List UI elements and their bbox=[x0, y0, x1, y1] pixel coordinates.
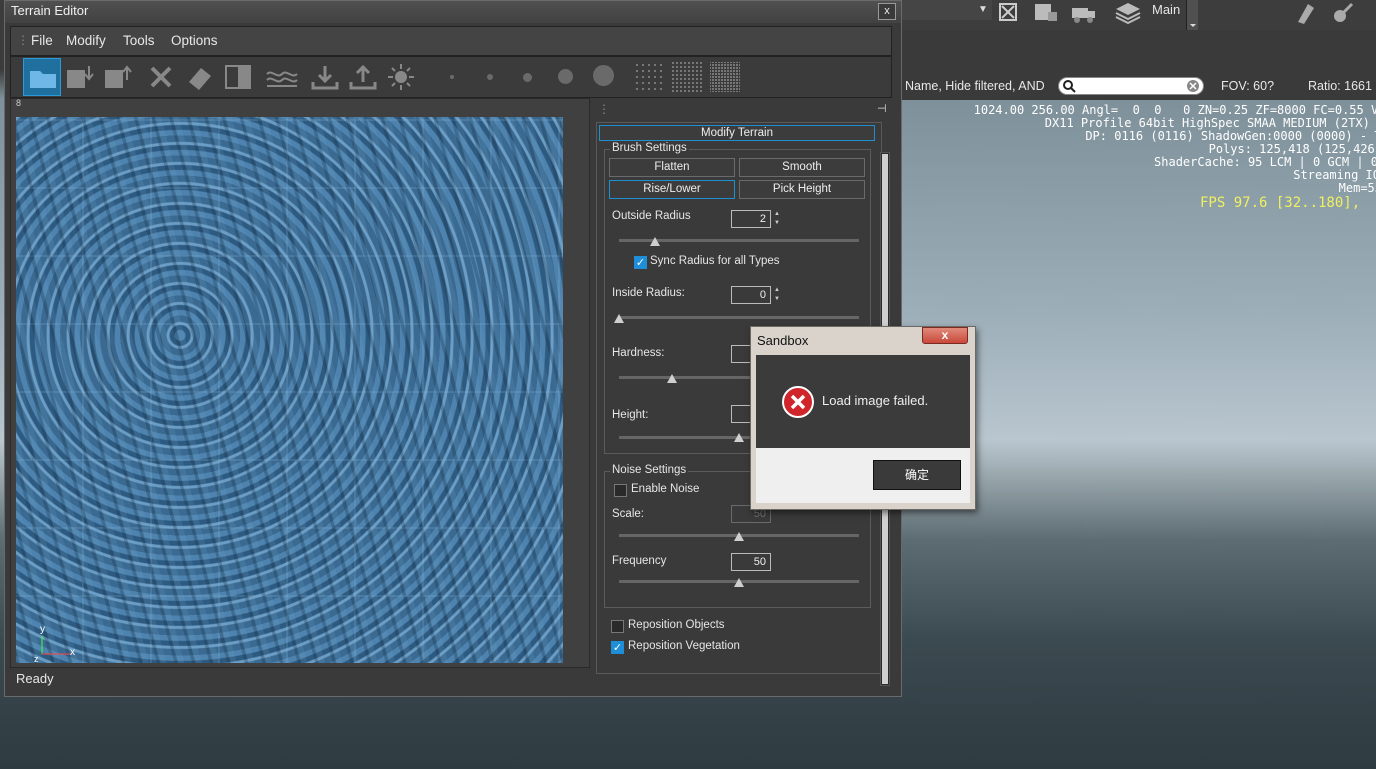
inside-radius-thumb[interactable] bbox=[614, 314, 624, 323]
inside-radius-input[interactable]: 0 bbox=[731, 286, 771, 304]
water-level-icon[interactable] bbox=[263, 58, 301, 96]
enable-noise-checkbox[interactable] bbox=[614, 484, 627, 497]
hardness-thumb[interactable] bbox=[666, 374, 677, 383]
inside-radius-spinner-icon[interactable]: ▲ ▼ bbox=[773, 286, 781, 304]
main-label[interactable]: Main bbox=[1152, 2, 1180, 17]
terrain-editor-titlebar[interactable] bbox=[5, 1, 901, 23]
import-icon[interactable] bbox=[61, 58, 99, 96]
frequency-input[interactable]: 50 bbox=[731, 553, 771, 571]
rise-lower-button[interactable]: Rise/Lower bbox=[609, 180, 735, 199]
sync-radius-checkbox[interactable]: ✓ bbox=[634, 256, 647, 269]
menu-options[interactable]: Options bbox=[171, 33, 218, 48]
viewport-toolbar bbox=[900, 30, 1376, 72]
dialog-title: Sandbox bbox=[757, 333, 809, 348]
inside-radius-label: Inside Radius: bbox=[612, 287, 685, 299]
eraser-icon[interactable] bbox=[181, 58, 219, 96]
export-icon[interactable] bbox=[99, 58, 137, 96]
debug-line: Mem=55 bbox=[1338, 181, 1376, 195]
outside-radius-thumb[interactable] bbox=[650, 237, 660, 246]
open-folder-icon[interactable] bbox=[23, 58, 61, 96]
corner-mark: 8 bbox=[16, 98, 22, 108]
axis-y-label: y bbox=[40, 624, 45, 635]
panel-grip-icon: ⋮ bbox=[598, 102, 610, 116]
frequency-thumb[interactable] bbox=[734, 578, 744, 587]
brush-settings-title: Brush Settings bbox=[610, 142, 689, 154]
ratio-readout: Ratio: 1661 bbox=[1308, 79, 1372, 93]
clear-search-icon[interactable] bbox=[1186, 79, 1200, 93]
axis-x-label: x bbox=[70, 647, 75, 658]
reposition-vegetation-checkbox[interactable]: ✓ bbox=[611, 641, 624, 654]
brush-size-3-icon[interactable] bbox=[523, 73, 532, 82]
upload-icon[interactable] bbox=[344, 58, 382, 96]
frequency-label: Frequency bbox=[612, 555, 667, 567]
hardness-label: Hardness: bbox=[612, 347, 665, 359]
grid-large-icon[interactable] bbox=[706, 58, 744, 96]
height-thumb[interactable] bbox=[734, 433, 744, 442]
debug-line: Streaming IO bbox=[1293, 168, 1376, 182]
reposition-objects-label: Reposition Objects bbox=[628, 619, 725, 631]
modify-terrain-header[interactable]: Modify Terrain bbox=[599, 125, 875, 141]
outside-radius-label: Outside Radius bbox=[612, 210, 691, 222]
flatten-button[interactable]: Flatten bbox=[609, 158, 735, 177]
download-icon[interactable] bbox=[306, 58, 344, 96]
select-tool-icon[interactable] bbox=[996, 0, 1024, 26]
outside-radius-input[interactable]: 2 bbox=[731, 210, 771, 228]
split-view-icon[interactable] bbox=[219, 58, 257, 96]
fov-readout: FOV: 60? bbox=[1221, 79, 1275, 93]
grid-small-icon[interactable] bbox=[630, 58, 668, 96]
error-icon bbox=[781, 385, 815, 419]
truck-icon[interactable] bbox=[1070, 0, 1098, 26]
dialog-close-button[interactable]: x bbox=[922, 327, 968, 344]
dialog-message: Load image failed. bbox=[822, 393, 929, 408]
enable-noise-label: Enable Noise bbox=[631, 483, 700, 495]
menu-tools[interactable]: Tools bbox=[123, 33, 155, 48]
scale-label: Scale: bbox=[612, 508, 644, 520]
close-button[interactable]: x bbox=[878, 3, 896, 20]
reposition-objects-checkbox[interactable] bbox=[611, 620, 624, 633]
combo-arrow-icon[interactable]: ▼ bbox=[978, 4, 988, 15]
sun-icon[interactable] bbox=[382, 58, 420, 96]
ok-button[interactable]: 确定 bbox=[873, 460, 961, 490]
pin-icon[interactable]: ⊣ bbox=[877, 102, 887, 115]
brush-size-2-icon[interactable] bbox=[487, 74, 493, 80]
save-level-icon[interactable] bbox=[1032, 0, 1060, 26]
axis-z-label: z bbox=[34, 654, 39, 664]
brush-size-1-icon[interactable] bbox=[450, 75, 454, 79]
inside-radius-slider[interactable] bbox=[619, 316, 859, 319]
menu-modify[interactable]: Modify bbox=[66, 33, 106, 48]
layers-icon[interactable] bbox=[1114, 0, 1142, 26]
menu-file[interactable]: File bbox=[31, 33, 53, 48]
outside-radius-spinner-icon[interactable]: ▲ ▼ bbox=[773, 210, 781, 228]
filter-label: Name, Hide filtered, AND bbox=[905, 79, 1045, 93]
main-dropdown-icon[interactable] bbox=[1186, 0, 1198, 30]
noise-settings-title: Noise Settings bbox=[610, 464, 689, 476]
brush-size-4-icon[interactable] bbox=[558, 69, 573, 84]
paint-brush-icon[interactable] bbox=[1292, 0, 1320, 26]
fps-readout: FPS 97.6 [32..180], bbox=[1200, 195, 1361, 211]
status-bar bbox=[10, 668, 592, 688]
window-title: Terrain Editor bbox=[11, 3, 89, 18]
height-label: Height: bbox=[612, 409, 649, 421]
delete-icon[interactable] bbox=[142, 58, 180, 96]
search-icon bbox=[1062, 79, 1076, 93]
terrain-texture-overlay bbox=[16, 117, 563, 663]
tree-brush-icon[interactable] bbox=[1330, 0, 1358, 26]
scale-thumb[interactable] bbox=[734, 532, 744, 541]
status-text: Ready bbox=[16, 671, 54, 686]
search-input[interactable] bbox=[1058, 77, 1204, 95]
pick-height-button[interactable]: Pick Height bbox=[739, 180, 865, 199]
smooth-button[interactable]: Smooth bbox=[739, 158, 865, 177]
reposition-vegetation-label: Reposition Vegetation bbox=[628, 640, 740, 652]
grid-medium-icon[interactable] bbox=[668, 58, 706, 96]
sync-radius-label: Sync Radius for all Types bbox=[650, 255, 780, 267]
menu-grip-icon: ⋮ bbox=[17, 33, 29, 47]
brush-size-5-icon[interactable] bbox=[593, 65, 614, 86]
